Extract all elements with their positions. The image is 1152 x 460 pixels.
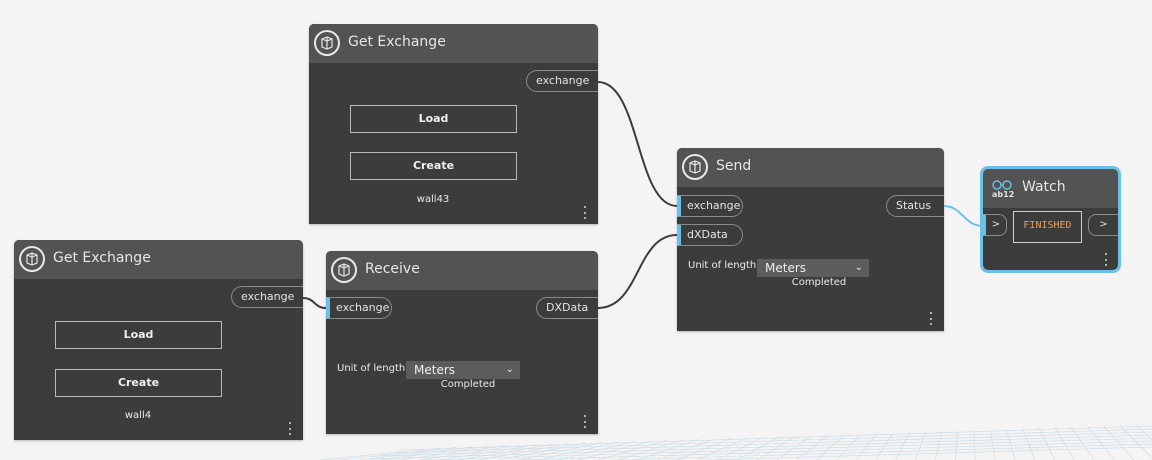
- exchange-icon: [19, 246, 45, 272]
- exchange-name-caption: wall43: [416, 194, 450, 205]
- unit-of-length-label: Unit of length: [688, 260, 757, 271]
- load-button[interactable]: Load: [55, 321, 222, 349]
- dropdown-value: Meters: [414, 363, 456, 377]
- output-port-watch[interactable]: >: [1088, 214, 1118, 236]
- wire-status-to-watch[interactable]: [943, 205, 984, 227]
- node-send[interactable]: Send exchange dXData Status Unit of leng…: [677, 148, 944, 331]
- node-title: Watch: [1022, 179, 1066, 195]
- node-get-exchange-bottom[interactable]: Get Exchange exchange Load Create wall4: [14, 240, 303, 440]
- exchange-icon: [331, 257, 357, 283]
- node-header[interactable]: Get Exchange: [14, 240, 303, 279]
- node-header[interactable]: Get Exchange: [309, 24, 598, 63]
- more-options-icon[interactable]: [584, 206, 587, 219]
- more-options-icon[interactable]: [289, 422, 292, 435]
- watch-value: FINISHED: [1013, 211, 1082, 243]
- output-port-exchange[interactable]: exchange: [526, 70, 598, 92]
- load-button[interactable]: Load: [350, 105, 517, 133]
- chevron-down-icon: ⌄: [854, 262, 863, 273]
- input-port-dxdata[interactable]: dXData: [677, 224, 743, 246]
- more-options-icon[interactable]: [930, 312, 933, 325]
- node-header[interactable]: ab12 Watch: [983, 169, 1118, 208]
- node-title: Get Exchange: [348, 34, 446, 50]
- exchange-icon: [682, 154, 708, 180]
- more-options-icon[interactable]: [584, 415, 587, 428]
- wire-exchange-to-receive[interactable]: [302, 297, 327, 309]
- node-watch[interactable]: ab12 Watch > FINISHED >: [980, 166, 1121, 273]
- chevron-down-icon: ⌄: [505, 364, 514, 375]
- input-port-exchange[interactable]: exchange: [326, 297, 392, 319]
- create-button[interactable]: Create: [55, 369, 222, 397]
- watch-icon-text: ab12: [992, 190, 1015, 199]
- wire-exchange-to-send[interactable]: [597, 81, 678, 207]
- more-options-icon[interactable]: [1105, 253, 1108, 266]
- unit-of-length-label: Unit of length: [337, 363, 406, 374]
- node-title: Get Exchange: [53, 250, 151, 266]
- create-button[interactable]: Create: [350, 152, 517, 180]
- node-title: Send: [716, 158, 752, 174]
- output-port-status[interactable]: Status: [886, 195, 944, 217]
- watch-icon: ab12: [990, 176, 1014, 200]
- graph-canvas[interactable]: Get Exchange exchange Load Create wall43…: [0, 0, 1152, 460]
- output-port-exchange[interactable]: exchange: [231, 286, 303, 308]
- input-port-watch[interactable]: >: [983, 214, 1007, 236]
- node-title: Receive: [365, 261, 420, 277]
- node-receive[interactable]: Receive exchange DXData Unit of length M…: [326, 251, 598, 434]
- exchange-icon: [314, 30, 340, 56]
- exchange-name-caption: wall4: [124, 410, 152, 421]
- node-get-exchange-top[interactable]: Get Exchange exchange Load Create wall43: [309, 24, 598, 224]
- input-port-exchange[interactable]: exchange: [677, 195, 743, 217]
- status-text: Completed: [791, 277, 847, 288]
- output-port-dxdata[interactable]: DXData: [536, 297, 598, 319]
- wire-dxdata-to-send[interactable]: [597, 234, 678, 309]
- node-header[interactable]: Receive: [326, 251, 598, 290]
- dropdown-value: Meters: [765, 261, 807, 275]
- unit-of-length-dropdown[interactable]: Meters ⌄: [757, 259, 869, 277]
- unit-of-length-dropdown[interactable]: Meters ⌄: [406, 361, 520, 379]
- node-header[interactable]: Send: [677, 148, 944, 187]
- status-text: Completed: [440, 379, 496, 390]
